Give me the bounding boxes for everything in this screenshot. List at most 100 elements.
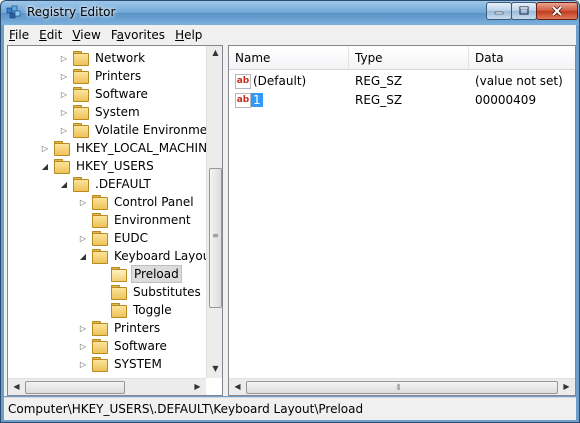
tree-item[interactable]: ▷ Control Panel [78,193,196,211]
tree-item[interactable]: ▷ Printers [59,67,143,85]
close-icon [551,5,563,17]
status-bar: Computer\HKEY_USERS\.DEFAULT\Keyboard La… [4,397,576,420]
value-type: REG_SZ [355,93,403,107]
collapse-arrow-icon[interactable]: ◢ [40,161,50,171]
registry-key-tree[interactable]: ▷ Network ▷ Printers ▷ Software ▷ System ▷ Volati… [7,45,223,396]
value-name[interactable]: 1 [251,93,263,107]
value-name-edit-box[interactable]: 1 [251,91,263,110]
tree-item[interactable]: Preload [97,265,182,283]
title-bar[interactable]: Registry Editor [1,1,579,25]
tree-item-label: Keyboard Layout [114,249,216,263]
tree-horizontal-scrollbar[interactable]: ◀ ▶ [8,378,206,395]
menu-favorites[interactable]: Favorites [106,25,170,45]
expand-arrow-icon[interactable]: ▷ [78,341,88,351]
tree-vertical-scroll-thumb[interactable]: ≡ [209,168,222,308]
scroll-left-arrow-icon[interactable]: ◀ [8,382,25,391]
minimize-icon [494,11,504,15]
tree-item-label: Printers [114,321,161,335]
menu-favorites-label: vorites [124,28,166,42]
menu-edit-accel: E [39,28,47,42]
tree-item[interactable]: ◢ Keyboard Layout [78,247,217,265]
folder-icon [73,177,89,192]
tree-item[interactable]: ▷ Software [59,85,150,103]
value-row[interactable]: ab 1 REG_SZ 00000409 [229,91,575,110]
expand-arrow-icon[interactable]: ▷ [78,323,88,333]
menu-edit[interactable]: Edit [34,25,67,45]
tree-horizontal-scroll-thumb[interactable] [25,381,125,394]
menu-view[interactable]: View [67,25,105,45]
expand-arrow-icon[interactable]: ▷ [40,143,50,153]
menu-help-label: elp [184,28,203,42]
menu-view-label: iew [80,28,101,42]
tree-item-label: EUDC [114,231,148,245]
client-area: ▷ Network ▷ Printers ▷ Software ▷ System ▷ Volati… [4,45,576,396]
tree-item-label: Environment [114,213,191,227]
tree-item[interactable]: ▷ Software [78,337,169,355]
menu-help[interactable]: Help [170,25,207,45]
scroll-grip-icon: ⦀ [397,383,401,392]
registry-value-list[interactable]: Name Type Data ab (Default) REG_SZ (valu… [228,45,576,396]
expand-arrow-icon[interactable]: ▷ [59,107,69,117]
folder-icon [73,69,89,84]
menu-favorites-accel: a [116,28,124,42]
scroll-right-arrow-icon[interactable]: ▶ [558,382,575,391]
expand-arrow-icon[interactable]: ▷ [59,125,69,135]
folder-icon [111,285,127,300]
folder-icon [73,105,89,120]
tree-item[interactable]: ▷ HKEY_LOCAL_MACHINE [40,139,217,157]
tree-item-label: SYSTEM [114,357,162,371]
collapse-arrow-icon[interactable]: ◢ [78,251,88,261]
folder-icon [73,51,89,66]
list-horizontal-scrollbar[interactable]: ◀ ⦀ ▶ [229,378,575,395]
tree-vertical-scrollbar[interactable]: ▲ ≡ ▼ [206,46,222,378]
scroll-left-arrow-icon[interactable]: ◀ [229,382,246,391]
maximize-button[interactable] [511,2,537,20]
tree-connector [97,269,107,279]
menu-bar: File Edit View Favorites Help [4,25,576,45]
column-header-type[interactable]: Type [349,46,469,70]
scroll-down-arrow-icon[interactable]: ▼ [207,364,222,373]
tree-item-label: Control Panel [114,195,194,209]
value-data: (value not set) [475,74,563,88]
tree-item-label: Preload [131,265,182,283]
expand-arrow-icon[interactable]: ▷ [78,197,88,207]
tree-item[interactable]: Environment [78,211,193,229]
menu-file[interactable]: File [4,25,34,45]
value-row[interactable]: ab (Default) REG_SZ (value not set) [229,72,575,91]
close-button[interactable] [536,2,578,20]
folder-icon [92,231,108,246]
tree-item[interactable]: ▷ SYSTEM [78,355,164,373]
list-horizontal-scroll-thumb[interactable]: ⦀ [246,381,558,394]
tree-item[interactable]: Toggle [97,301,174,319]
expand-arrow-icon[interactable]: ▷ [59,53,69,63]
column-header-name[interactable]: Name [229,46,349,70]
tree-item[interactable]: ▷ EUDC [78,229,150,247]
maximize-icon [519,6,529,15]
collapse-arrow-icon[interactable]: ◢ [59,179,69,189]
tree-item[interactable]: ▷ Volatile Environment [59,121,222,139]
tree-item-label: HKEY_USERS [76,159,154,173]
scroll-right-arrow-icon[interactable]: ▶ [189,382,206,391]
expand-arrow-icon[interactable]: ▷ [59,89,69,99]
expand-arrow-icon[interactable]: ▷ [78,359,88,369]
expand-arrow-icon[interactable]: ▷ [78,233,88,243]
tree-item[interactable]: ◢ HKEY_USERS [40,157,156,175]
menu-edit-label: dit [46,28,63,42]
scroll-up-arrow-icon[interactable]: ▲ [207,48,222,57]
minimize-button[interactable] [486,2,512,20]
tree-item[interactable]: ▷ Printers [78,319,162,337]
scroll-grip-icon: ≡ [212,231,219,240]
tree-item[interactable]: ▷ System [59,103,142,121]
tree-item-label: System [95,105,140,119]
expand-arrow-icon[interactable]: ▷ [59,71,69,81]
folder-icon [54,159,70,174]
tree-item-label: Software [95,87,148,101]
menu-file-label: ile [15,28,30,42]
string-value-icon: ab [235,74,251,89]
column-header-data[interactable]: Data [469,46,575,70]
tree-item[interactable]: ▷ Network [59,49,147,67]
folder-icon [73,123,89,138]
tree-item-label: Network [95,51,146,65]
tree-item[interactable]: ◢ .DEFAULT [59,175,153,193]
tree-item[interactable]: Substitutes [97,283,203,301]
